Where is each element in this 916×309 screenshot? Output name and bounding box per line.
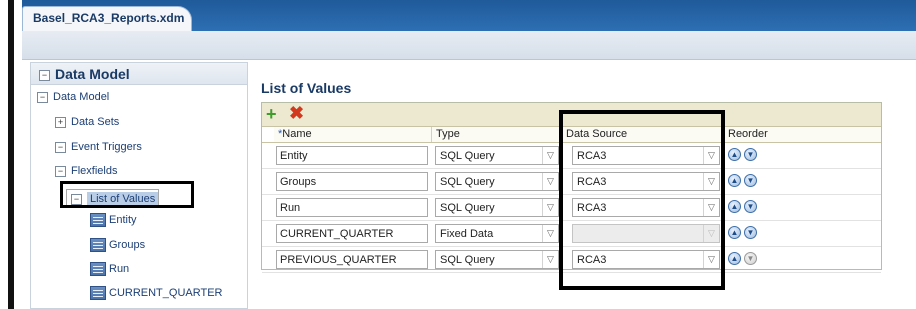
tree-lov-label: Groups [109, 238, 146, 251]
column-header-reorder[interactable]: Reorder [724, 127, 881, 142]
column-header-name[interactable]: *Name [274, 127, 432, 142]
name-input[interactable]: CURRENT_QUARTER [276, 224, 428, 243]
delete-icon[interactable]: ✖ [289, 104, 304, 122]
type-value: Fixed Data [440, 228, 494, 240]
dropdown-arrow-icon[interactable]: ▽ [542, 147, 558, 164]
collapse-icon[interactable]: − [55, 141, 66, 153]
move-up-icon[interactable]: ▲ [728, 252, 741, 265]
editor-toolbar [22, 31, 916, 60]
panel-header[interactable]: − Data Model [31, 63, 247, 85]
reorder-controls: ▲ ▼ [728, 252, 760, 270]
tree-item-event-triggers[interactable]: − Event Triggers [55, 141, 142, 153]
type-value: SQL Query [440, 176, 495, 188]
column-header-type[interactable]: Type [432, 127, 562, 142]
name-input[interactable]: PREVIOUS_QUARTER [276, 250, 428, 269]
move-up-icon[interactable]: ▲ [728, 174, 741, 187]
tree-lov-run[interactable]: Run [90, 262, 129, 276]
tree-root[interactable]: − Data Model [37, 91, 109, 103]
name-input[interactable]: Run [276, 198, 428, 217]
panel-header-title: Data Model [55, 66, 130, 82]
dropdown-arrow-icon[interactable]: ▽ [542, 225, 558, 242]
tree-item-label: Flexfields [71, 165, 118, 177]
tree-lov-groups[interactable]: Groups [90, 238, 145, 252]
tree-root-label: Data Model [53, 91, 110, 103]
add-icon[interactable]: + [266, 105, 277, 123]
type-select[interactable]: SQL Query ▽ [435, 146, 559, 165]
type-value: SQL Query [440, 254, 495, 266]
tree-item-label: Event Triggers [71, 141, 142, 153]
reorder-controls: ▲ ▼ [728, 226, 760, 244]
column-header-label: Type [436, 128, 460, 140]
type-select[interactable]: SQL Query ▽ [435, 172, 559, 191]
move-up-icon[interactable]: ▲ [728, 200, 741, 213]
tree-item-flexfields[interactable]: − Flexfields [55, 165, 117, 177]
tree-lov-entity[interactable]: Entity [90, 213, 137, 227]
dropdown-arrow-icon[interactable]: ▽ [542, 199, 558, 216]
type-select[interactable]: Fixed Data ▽ [435, 224, 559, 243]
left-edge-gap [14, 0, 22, 309]
column-header-label: Reorder [728, 128, 768, 140]
dropdown-arrow-icon[interactable]: ▽ [542, 251, 558, 268]
tree-lov-label: Entity [109, 213, 137, 226]
page-title: List of Values [261, 80, 352, 96]
move-down-icon[interactable]: ▼ [744, 174, 757, 187]
lov-icon [90, 262, 106, 276]
move-down-icon[interactable]: ▼ [744, 200, 757, 213]
move-down-icon: ▼ [744, 252, 757, 265]
highlight-box [60, 181, 194, 208]
tree-item-data-sets[interactable]: + Data Sets [55, 116, 119, 128]
move-down-icon[interactable]: ▼ [744, 226, 757, 239]
column-header-label: Name [282, 128, 312, 140]
lov-icon [90, 213, 106, 227]
tree-lov-label: Run [109, 262, 130, 275]
reorder-controls: ▲ ▼ [728, 200, 760, 218]
collapse-icon[interactable]: − [39, 69, 50, 81]
dropdown-arrow-icon[interactable]: ▽ [542, 173, 558, 190]
move-up-icon[interactable]: ▲ [728, 148, 741, 161]
name-input[interactable]: Groups [276, 172, 428, 191]
type-value: SQL Query [440, 202, 495, 214]
data-source-highlight-box [559, 110, 725, 290]
reorder-controls: ▲ ▼ [728, 148, 760, 166]
name-input[interactable]: Entity [276, 146, 428, 165]
collapse-icon[interactable]: − [37, 91, 48, 103]
move-up-icon[interactable]: ▲ [728, 226, 741, 239]
collapse-icon[interactable]: − [55, 165, 66, 177]
lov-icon [90, 238, 106, 252]
tree-item-label: Data Sets [71, 116, 120, 128]
type-value: SQL Query [440, 150, 495, 162]
expand-icon[interactable]: + [55, 116, 66, 128]
tree-lov-label: CURRENT_QUARTER [109, 286, 223, 299]
move-down-icon[interactable]: ▼ [744, 148, 757, 161]
lov-icon [90, 286, 106, 300]
reorder-controls: ▲ ▼ [728, 174, 760, 192]
document-tab[interactable]: Basel_RCA3_Reports.xdm [22, 6, 192, 31]
type-select[interactable]: SQL Query ▽ [435, 250, 559, 269]
tree-lov-current-quarter[interactable]: CURRENT_QUARTER [90, 286, 222, 300]
document-tab-title: Basel_RCA3_Reports.xdm [33, 11, 185, 25]
type-select[interactable]: SQL Query ▽ [435, 198, 559, 217]
